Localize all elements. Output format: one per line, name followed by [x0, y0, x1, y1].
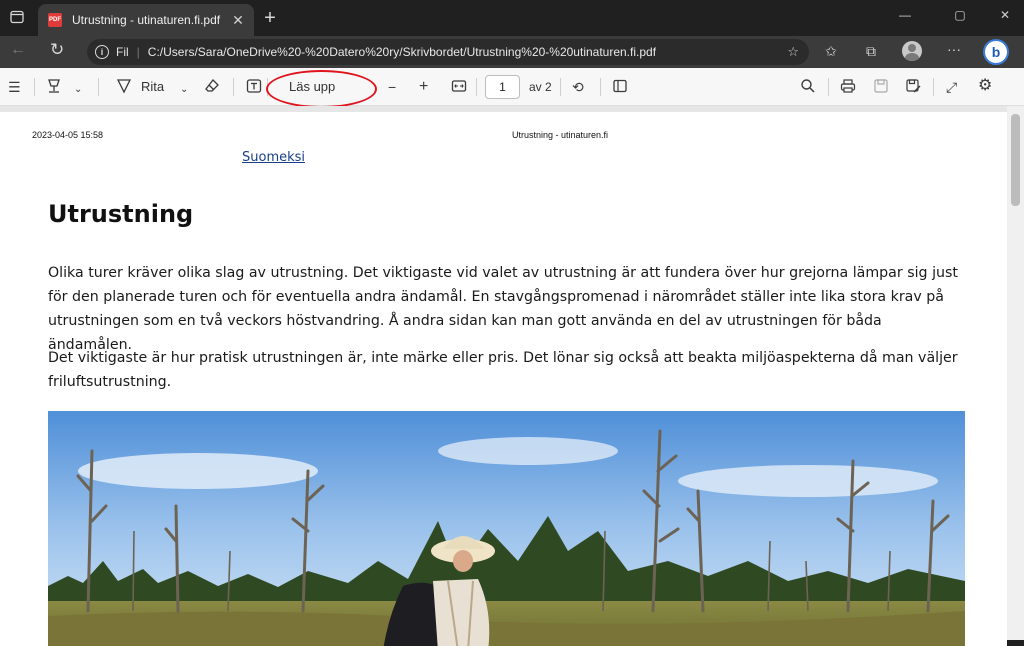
- table-of-contents-icon[interactable]: ☰: [8, 78, 21, 96]
- page-number-input[interactable]: 1: [485, 75, 520, 99]
- expand-icon[interactable]: ⤢: [946, 78, 957, 96]
- close-window-icon[interactable]: ✕: [995, 8, 1015, 22]
- read-aloud-button[interactable]: Läs upp: [272, 76, 372, 98]
- toolbar-divider: [233, 78, 234, 96]
- tab-title: Utrustning - utinaturen.fi.pdf: [72, 13, 221, 27]
- draw-dropdown-chevron-icon[interactable]: ⌄: [180, 81, 188, 99]
- toolbar-divider: [828, 78, 829, 96]
- toolbar-divider: [600, 78, 601, 96]
- toolbar-divider: [933, 78, 934, 96]
- highlight-dropdown-chevron-icon[interactable]: ⌄: [74, 81, 82, 99]
- page-total-label: av 2: [529, 80, 552, 94]
- toolbar-divider: [476, 78, 477, 96]
- zoom-in-icon[interactable]: +: [419, 78, 428, 96]
- scheme-label: Fil: [116, 45, 129, 59]
- paragraph-intro: Olika turer kräver olika slag av utrustn…: [48, 265, 958, 353]
- text-box-icon[interactable]: [246, 78, 262, 98]
- settings-gear-icon[interactable]: ⚙: [978, 77, 992, 95]
- address-separator: |: [136, 45, 140, 59]
- site-info-icon[interactable]: i: [95, 45, 109, 59]
- toolbar-divider: [267, 78, 268, 96]
- draw-label[interactable]: Rita: [141, 79, 164, 94]
- page-heading: Utrustning: [48, 200, 194, 228]
- search-icon[interactable]: [800, 78, 816, 98]
- more-options-icon[interactable]: ···: [945, 41, 963, 57]
- refresh-icon[interactable]: ↻: [50, 40, 64, 60]
- back-arrow-icon[interactable]: ←: [10, 41, 26, 59]
- pdf-toolbar: ☰ ⌄ Rita ⌄ Läs upp − + 1 av 2 ⟲ ⤢ ⚙: [0, 68, 1024, 106]
- scrollbar-thumb[interactable]: [1011, 114, 1020, 206]
- address-bar[interactable]: i Fil | C:/Users/Sara/OneDrive%20-%20Dat…: [87, 39, 809, 65]
- hiker-photo: [48, 411, 965, 646]
- tab-actions-button[interactable]: [6, 6, 28, 28]
- favorites-icon[interactable]: ✩: [822, 43, 840, 60]
- tab-actions-icon: [10, 10, 24, 24]
- bing-chat-icon[interactable]: b: [983, 39, 1009, 65]
- toolbar-divider: [560, 78, 561, 96]
- highlight-icon[interactable]: [46, 78, 62, 98]
- title-bar: PDF Utrustning - utinaturen.fi.pdf ✕ + —…: [0, 0, 1024, 36]
- print-icon[interactable]: [840, 78, 856, 98]
- fit-to-width-icon[interactable]: [451, 78, 467, 98]
- pdf-page: 2023-04-05 15:58 Utrustning - utinaturen…: [0, 112, 1007, 646]
- minimize-icon[interactable]: —: [895, 8, 915, 22]
- navigation-bar: ← ↻ i Fil | C:/Users/Sara/OneDrive%20-%2…: [0, 36, 1024, 68]
- save-as-icon[interactable]: [905, 78, 921, 98]
- page-view-icon[interactable]: [612, 78, 628, 98]
- toolbar-divider: [98, 78, 99, 96]
- language-link[interactable]: Suomeksi: [242, 150, 305, 165]
- pdf-viewer[interactable]: 2023-04-05 15:58 Utrustning - utinaturen…: [0, 106, 1024, 646]
- toolbar-divider: [34, 78, 35, 96]
- add-favorite-icon[interactable]: ☆: [787, 44, 799, 60]
- tab-close-icon[interactable]: ✕: [230, 12, 246, 29]
- collections-icon[interactable]: ⧉: [862, 43, 880, 60]
- pdf-file-icon: PDF: [48, 13, 62, 27]
- print-header-date: 2023-04-05 15:58: [32, 130, 104, 140]
- profile-avatar[interactable]: [902, 41, 922, 61]
- paragraph-practicality: Det viktigaste är hur pratisk utrustning…: [48, 350, 958, 390]
- draw-pen-icon[interactable]: [116, 78, 132, 98]
- url-text[interactable]: C:/Users/Sara/OneDrive%20-%20Datero%20ry…: [148, 45, 656, 59]
- print-header-title: Utrustning - utinaturen.fi: [512, 130, 609, 140]
- save-icon[interactable]: [873, 78, 889, 98]
- maximize-icon[interactable]: ▢: [950, 8, 970, 22]
- zoom-out-icon[interactable]: −: [388, 78, 396, 96]
- new-tab-button[interactable]: +: [260, 8, 280, 28]
- eraser-icon[interactable]: [204, 78, 220, 98]
- browser-tab-active[interactable]: PDF Utrustning - utinaturen.fi.pdf ✕: [38, 4, 254, 36]
- rotate-icon[interactable]: ⟲: [572, 78, 584, 96]
- bog-landscape-illustration: [48, 411, 965, 646]
